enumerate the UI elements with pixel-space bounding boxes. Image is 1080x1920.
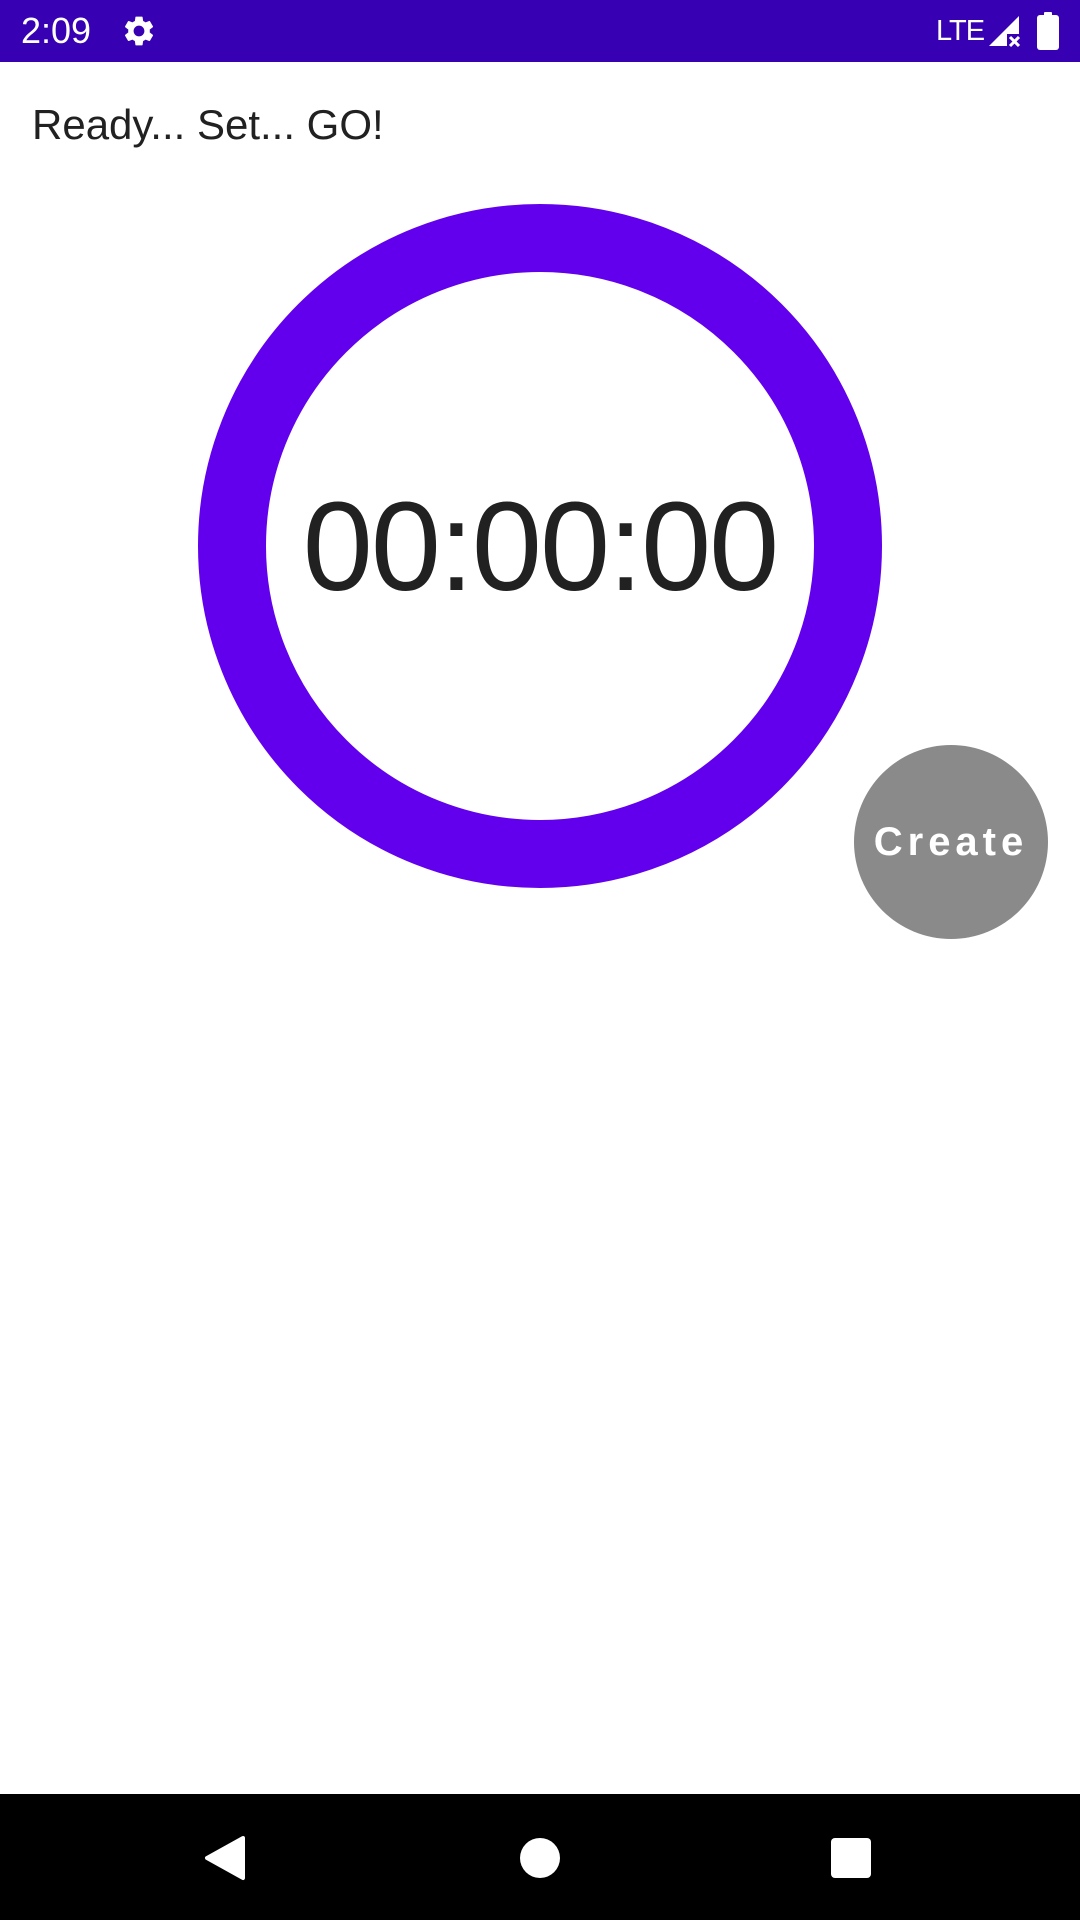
signal-icon (986, 13, 1022, 49)
create-button[interactable]: Create (854, 745, 1048, 939)
recents-icon[interactable] (831, 1838, 871, 1878)
back-icon[interactable] (203, 1834, 247, 1882)
timer-display: 00:00:00 (302, 475, 779, 617)
battery-icon (1037, 12, 1059, 50)
navigation-bar (0, 1794, 1080, 1920)
status-time: 2:09 (21, 10, 92, 51)
network-type-label: LTE (936, 15, 985, 47)
page-title: Ready... Set... GO! (32, 101, 384, 148)
app-screen: 2:09 LTE Ready... Set... GO! 00:00:00 Cr… (0, 0, 1080, 1920)
gear-icon (121, 13, 157, 49)
home-icon[interactable] (520, 1838, 560, 1878)
status-bar: 2:09 LTE (0, 0, 1080, 62)
